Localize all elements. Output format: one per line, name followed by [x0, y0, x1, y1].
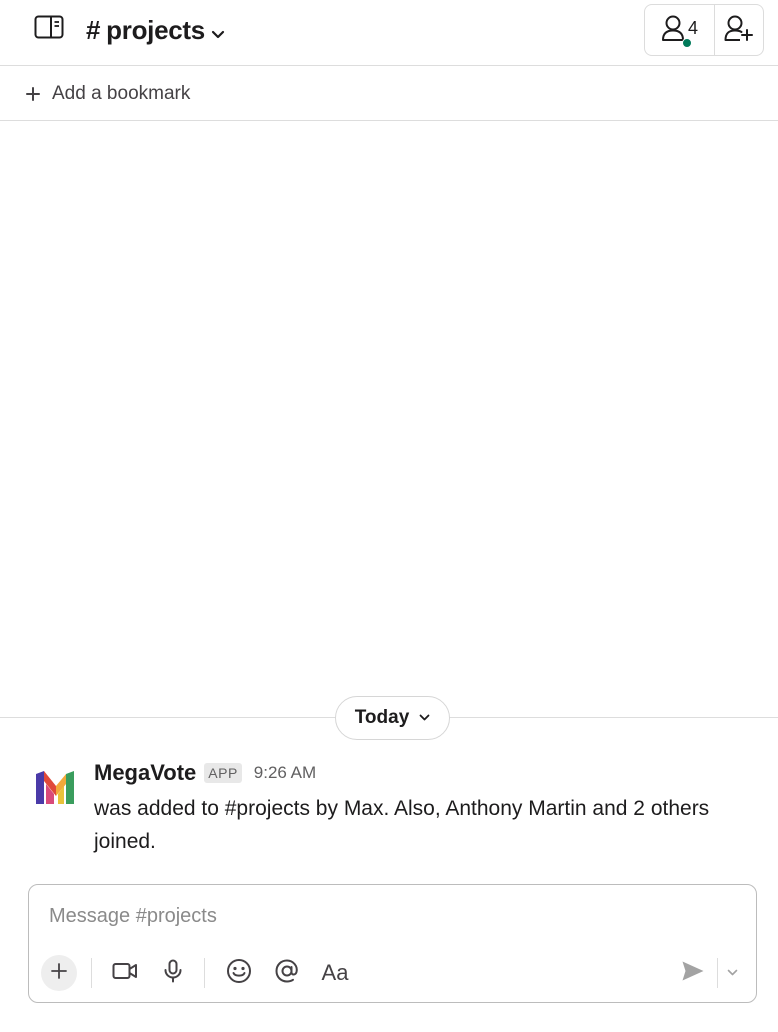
emoji-button[interactable]	[223, 955, 255, 991]
member-count: 4	[687, 17, 698, 38]
message-item: MegaVote APP 9:26 AM was added to #proje…	[0, 754, 778, 864]
plus-icon	[51, 962, 67, 984]
send-button[interactable]	[677, 955, 709, 991]
bookmark-bar: Add a bookmark	[0, 66, 778, 121]
message-sender[interactable]: MegaVote	[94, 760, 196, 786]
message-header: MegaVote APP 9:26 AM	[94, 760, 316, 786]
at-sign-icon	[274, 958, 300, 989]
date-jump-button[interactable]: Today	[335, 696, 450, 740]
send-icon	[681, 960, 705, 987]
toolbar-divider	[204, 958, 205, 988]
date-divider-label: Today	[354, 707, 410, 728]
message-input[interactable]	[47, 901, 727, 931]
send-options-button[interactable]	[718, 955, 746, 991]
members-button[interactable]: 4	[645, 5, 715, 55]
chevron-down-icon	[419, 714, 430, 722]
online-status-dot	[682, 38, 692, 48]
toolbar-divider	[91, 958, 92, 988]
add-user-icon	[724, 14, 754, 47]
add-bookmark-button[interactable]: Add a bookmark	[26, 80, 190, 108]
attach-button[interactable]	[41, 955, 77, 991]
message-timestamp[interactable]: 9:26 AM	[254, 763, 316, 783]
message-text: was added to #projects by Max. Also, Ant…	[94, 797, 710, 853]
sidebar-toggle-button[interactable]	[30, 14, 68, 44]
chevron-down-icon	[211, 16, 225, 47]
emoji-icon	[226, 958, 252, 989]
video-clip-button[interactable]	[110, 955, 140, 991]
app-badge: APP	[204, 763, 242, 783]
megavote-app-avatar[interactable]	[34, 766, 76, 808]
video-camera-icon	[112, 962, 138, 985]
channel-name-button[interactable]: # projects	[86, 12, 225, 48]
audio-clip-button[interactable]	[158, 955, 188, 991]
add-member-button[interactable]	[715, 5, 763, 55]
mention-button[interactable]	[271, 955, 303, 991]
composer-toolbar: Aa	[41, 953, 746, 993]
channel-hash: #	[86, 14, 101, 45]
members-group: 4	[644, 4, 764, 56]
microphone-icon	[163, 959, 183, 988]
channel-name: projects	[106, 14, 205, 45]
formatting-button[interactable]: Aa	[317, 955, 353, 991]
plus-icon	[26, 87, 40, 101]
sidebar-panel-icon	[34, 15, 64, 44]
chevron-down-icon	[727, 964, 738, 982]
add-bookmark-label: Add a bookmark	[52, 83, 191, 104]
channel-header: # projects 4	[0, 0, 778, 66]
message-composer: Aa	[28, 884, 757, 1003]
formatting-label: Aa	[321, 960, 349, 985]
